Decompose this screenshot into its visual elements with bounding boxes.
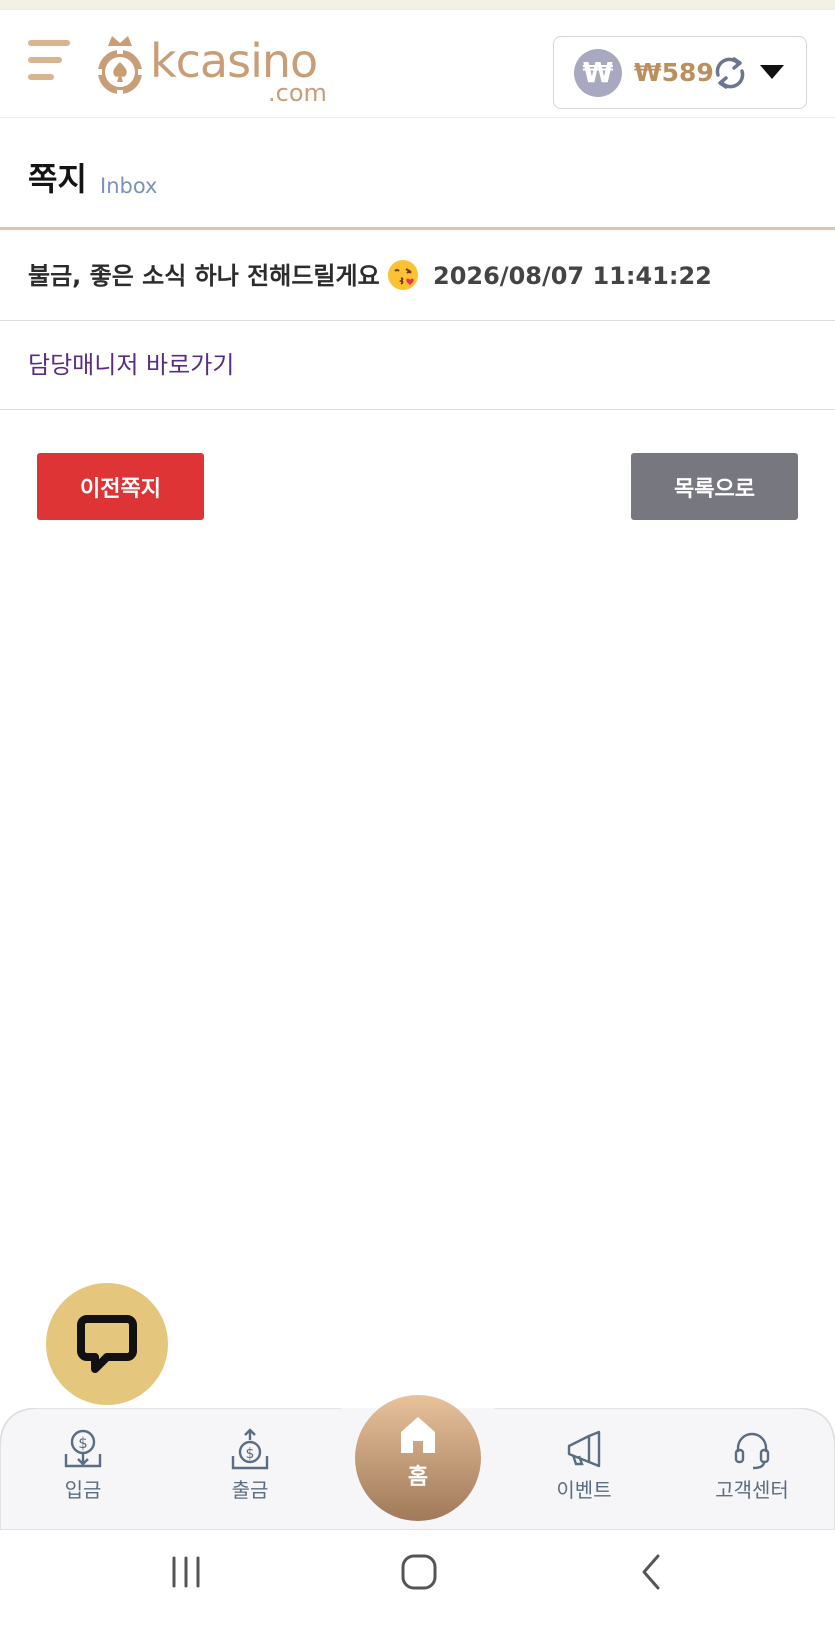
home-icon — [401, 1417, 435, 1453]
page: kcasino .com ₩ ₩589 쪽지 Inbox 불금, 좋은 소식 하… — [0, 0, 835, 1628]
nav-home-label: 홈 — [407, 1465, 429, 1490]
back-icon[interactable] — [632, 1552, 672, 1592]
message-date: 2026/08/07 11:41:22 — [433, 262, 712, 290]
logo[interactable]: kcasino .com — [92, 30, 332, 107]
svg-text:$: $ — [246, 1446, 255, 1462]
menu-button[interactable] — [28, 40, 74, 86]
back-to-list-button[interactable]: 목록으로 — [631, 453, 798, 520]
nav-deposit[interactable]: $ 입금 — [23, 1428, 143, 1518]
menu-bar — [28, 57, 62, 63]
previous-message-button[interactable]: 이전쪽지 — [37, 453, 204, 520]
live-chat-button[interactable] — [46, 1283, 168, 1405]
svg-text:$: $ — [78, 1434, 88, 1452]
nav-home-button[interactable]: 홈 — [355, 1395, 481, 1521]
page-title: 쪽지 — [28, 160, 87, 198]
top-accent-line — [0, 0, 835, 10]
chevron-down-icon[interactable] — [760, 65, 784, 79]
menu-bar — [28, 40, 70, 46]
withdraw-icon: $ — [231, 1428, 269, 1470]
recent-apps-icon[interactable] — [166, 1552, 206, 1592]
message-body: 담당매니저 바로가기 — [0, 322, 835, 410]
headset-icon — [734, 1432, 770, 1470]
wallet-dropdown[interactable]: ₩ ₩589 — [553, 36, 807, 109]
message-subject-text: 불금, 좋은 소식 하나 전해드릴게요 — [28, 262, 380, 290]
nav-support[interactable]: 고객센터 — [692, 1428, 812, 1518]
nav-withdraw-label: 출금 — [231, 1478, 269, 1502]
system-navigation-bar — [0, 1530, 835, 1628]
manager-link[interactable]: 담당매니저 바로가기 — [28, 348, 234, 382]
nav-event-label: 이벤트 — [556, 1478, 612, 1502]
message-header: 불금, 좋은 소식 하나 전해드릴게요 2026/08/07 11:41:22 — [0, 233, 835, 321]
casino-chip-logo-icon — [96, 36, 144, 96]
system-home-icon[interactable] — [399, 1552, 439, 1592]
kissing-face-emoji-icon — [387, 260, 418, 290]
menu-bar — [28, 74, 54, 80]
balance-amount: ₩589 — [634, 58, 714, 87]
megaphone-icon — [567, 1430, 601, 1468]
page-subtitle: Inbox — [100, 174, 158, 198]
page-title-row: 쪽지 Inbox — [0, 118, 835, 230]
deposit-icon: $ — [64, 1429, 102, 1468]
message-subject: 불금, 좋은 소식 하나 전해드릴게요 — [28, 259, 418, 293]
won-currency-icon: ₩ — [574, 49, 622, 97]
chat-bubble-icon — [77, 1315, 137, 1373]
nav-withdraw[interactable]: $ 출금 — [190, 1428, 310, 1518]
logo-domain: .com — [268, 79, 327, 107]
header: kcasino .com ₩ ₩589 — [0, 10, 835, 118]
nav-support-label: 고객센터 — [715, 1478, 789, 1502]
nav-event[interactable]: 이벤트 — [524, 1428, 644, 1518]
nav-deposit-label: 입금 — [64, 1478, 102, 1502]
refresh-icon[interactable] — [710, 53, 750, 93]
